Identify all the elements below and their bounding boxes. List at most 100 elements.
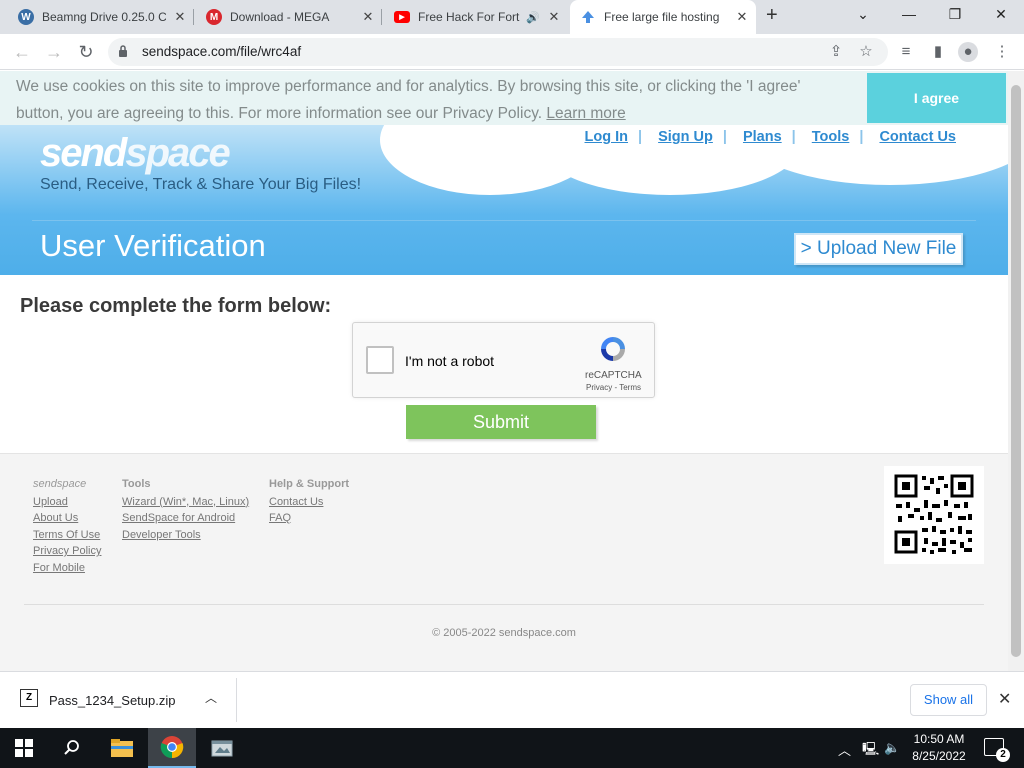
footer-col-help: Help & Support Contact Us FAQ — [269, 476, 349, 527]
web-page: We use cookies on this site to improve p… — [0, 71, 1008, 671]
mega-icon: M — [206, 9, 222, 25]
close-window-button[interactable]: ✕ — [978, 0, 1024, 30]
footer-link-faq[interactable]: FAQ — [269, 510, 349, 527]
close-tab-icon[interactable]: ✕ — [734, 9, 750, 25]
site-header: sendspace Send, Receive, Track & Share Y… — [0, 125, 1008, 275]
restore-button[interactable]: ❐ — [932, 0, 978, 30]
sendspace-arrow-icon — [580, 9, 596, 25]
footer-link-developer[interactable]: Developer Tools — [122, 527, 249, 544]
footer-link-android[interactable]: SendSpace for Android — [122, 510, 249, 527]
logo-space: space — [125, 131, 230, 175]
upload-new-file-button[interactable]: > Upload New File — [794, 233, 963, 265]
tab-title: Beamng Drive 0.25.0 Cr — [42, 10, 166, 24]
file-explorer-icon[interactable] — [98, 728, 146, 768]
close-download-bar-icon[interactable]: ✕ — [998, 689, 1011, 709]
recaptcha-links: Privacy - Terms — [586, 383, 641, 392]
cloud-decoration — [430, 145, 570, 185]
clock-time: 10:50 AM — [913, 732, 965, 746]
cookie-text: We use cookies on this site to improve p… — [16, 78, 801, 122]
url-text: sendspace.com/file/wrc4af — [142, 44, 302, 59]
close-tab-icon[interactable]: ✕ — [546, 9, 562, 25]
profile-avatar-icon[interactable]: ● — [958, 42, 978, 62]
sendspace-logo[interactable]: sendspace — [40, 131, 231, 176]
footer-link-terms[interactable]: Terms Of Use — [33, 527, 101, 544]
recaptcha-privacy-link[interactable]: Privacy — [586, 383, 612, 392]
url-bar[interactable]: sendspace.com/file/wrc4af — [108, 38, 888, 66]
back-icon[interactable]: ← — [10, 40, 34, 64]
recaptcha-brand: reCAPTCHA — [585, 370, 642, 381]
search-icon[interactable] — [48, 728, 96, 768]
footer-link-about[interactable]: About Us — [33, 510, 101, 527]
share-icon[interactable]: ⇪ — [826, 42, 846, 62]
volume-icon[interactable]: 🔈 — [884, 740, 900, 756]
copyright: © 2005-2022 sendspace.com — [432, 627, 576, 639]
wordpress-icon: W — [18, 9, 34, 25]
forward-icon[interactable]: → — [42, 40, 66, 64]
footer-link-mobile[interactable]: For Mobile — [33, 560, 101, 577]
youtube-icon: ▶ — [394, 11, 410, 23]
chrome-icon[interactable] — [148, 728, 196, 768]
recaptcha-widget: I'm not a robot reCAPTCHA Privacy - Term… — [352, 322, 655, 398]
audio-playing-icon[interactable]: 🔊 — [526, 11, 540, 24]
footer-divider — [24, 604, 984, 605]
side-panel-icon[interactable]: ▮ — [928, 42, 948, 62]
learn-more-link[interactable]: Learn more — [546, 105, 625, 122]
footer-link-privacy[interactable]: Privacy Policy — [33, 543, 101, 560]
tab-search-icon[interactable]: ⌄ — [840, 0, 886, 30]
nav-contact-us[interactable]: Contact Us — [879, 129, 956, 145]
menu-kebab-icon[interactable]: ⋮ — [992, 42, 1012, 62]
scrollbar-thumb[interactable] — [1011, 85, 1021, 657]
recaptcha-terms-link[interactable]: Terms — [619, 383, 641, 392]
footer-link-wizard[interactable]: Wizard (Win*, Mac, Linux) — [122, 494, 249, 511]
footer-heading: Tools — [122, 478, 151, 490]
tray-expand-icon[interactable]: ︿ — [838, 740, 851, 759]
nav-divider: | — [791, 129, 796, 145]
windows-taskbar: ︿ 🖳 🔈 10:50 AM 8/25/2022 2 — [0, 728, 1024, 768]
show-all-button[interactable]: Show all — [910, 684, 987, 716]
tab-sendspace[interactable]: Free large file hosting ✕ — [570, 0, 756, 34]
logo-send: send — [40, 131, 127, 175]
reload-icon[interactable]: ↻ — [74, 40, 98, 64]
tab-beamng[interactable]: W Beamng Drive 0.25.0 Cr ✕ — [8, 0, 194, 34]
i-agree-button[interactable]: I agree — [867, 73, 1006, 123]
close-tab-icon[interactable]: ✕ — [172, 9, 188, 25]
clock[interactable]: 10:50 AM 8/25/2022 — [904, 731, 974, 765]
bookmark-star-icon[interactable]: ☆ — [856, 42, 876, 62]
close-tab-icon[interactable]: ✕ — [360, 9, 376, 25]
cookie-banner: We use cookies on this site to improve p… — [0, 71, 1008, 125]
nav-plans[interactable]: Plans — [743, 129, 782, 145]
chevron-up-icon[interactable]: ︿ — [205, 689, 217, 706]
zip-file-icon: Z — [20, 689, 38, 707]
footer-link-upload[interactable]: Upload — [33, 494, 101, 511]
new-tab-button[interactable]: + — [766, 4, 778, 27]
lock-icon[interactable] — [118, 44, 128, 58]
nav-divider: | — [722, 129, 727, 145]
recaptcha-checkbox[interactable] — [366, 346, 394, 374]
network-icon[interactable]: 🖳 — [862, 740, 879, 762]
notification-center-icon[interactable]: 2 — [984, 738, 1010, 762]
divider — [236, 678, 237, 722]
tab-strip: W Beamng Drive 0.25.0 Cr ✕ M Download - … — [0, 0, 1024, 34]
notification-count: 2 — [996, 748, 1010, 762]
tab-youtube[interactable]: ▶ Free Hack For Fort 🔊 ✕ — [384, 0, 568, 34]
footer-link-contact[interactable]: Contact Us — [269, 494, 349, 511]
nav-log-in[interactable]: Log In — [585, 129, 629, 145]
address-bar-row: ← → ↻ sendspace.com/file/wrc4af ⇪ ☆ ≡ ▮ … — [0, 34, 1024, 70]
submit-button[interactable]: Submit — [406, 405, 596, 439]
footer-heading: sendspace — [33, 478, 87, 490]
nav-tools[interactable]: Tools — [812, 129, 850, 145]
tab-mega[interactable]: M Download - MEGA ✕ — [196, 0, 382, 34]
media-control-icon[interactable]: ≡ — [896, 42, 916, 62]
footer-col-sendspace: sendspace Upload About Us Terms Of Use P… — [33, 476, 101, 576]
page-title: User Verification — [40, 228, 266, 263]
minimize-button[interactable]: — — [886, 0, 932, 30]
windows-start-icon[interactable] — [0, 728, 48, 768]
nav-divider: | — [638, 129, 643, 145]
app-window-icon[interactable] — [198, 728, 246, 768]
download-filename[interactable]: Pass_1234_Setup.zip — [49, 693, 175, 708]
tab-title: Download - MEGA — [230, 10, 330, 24]
footer: sendspace Upload About Us Terms Of Use P… — [0, 453, 1008, 671]
nav-sign-up[interactable]: Sign Up — [658, 129, 713, 145]
page-scrollbar[interactable] — [1008, 71, 1024, 671]
form-heading: Please complete the form below: — [20, 295, 332, 317]
